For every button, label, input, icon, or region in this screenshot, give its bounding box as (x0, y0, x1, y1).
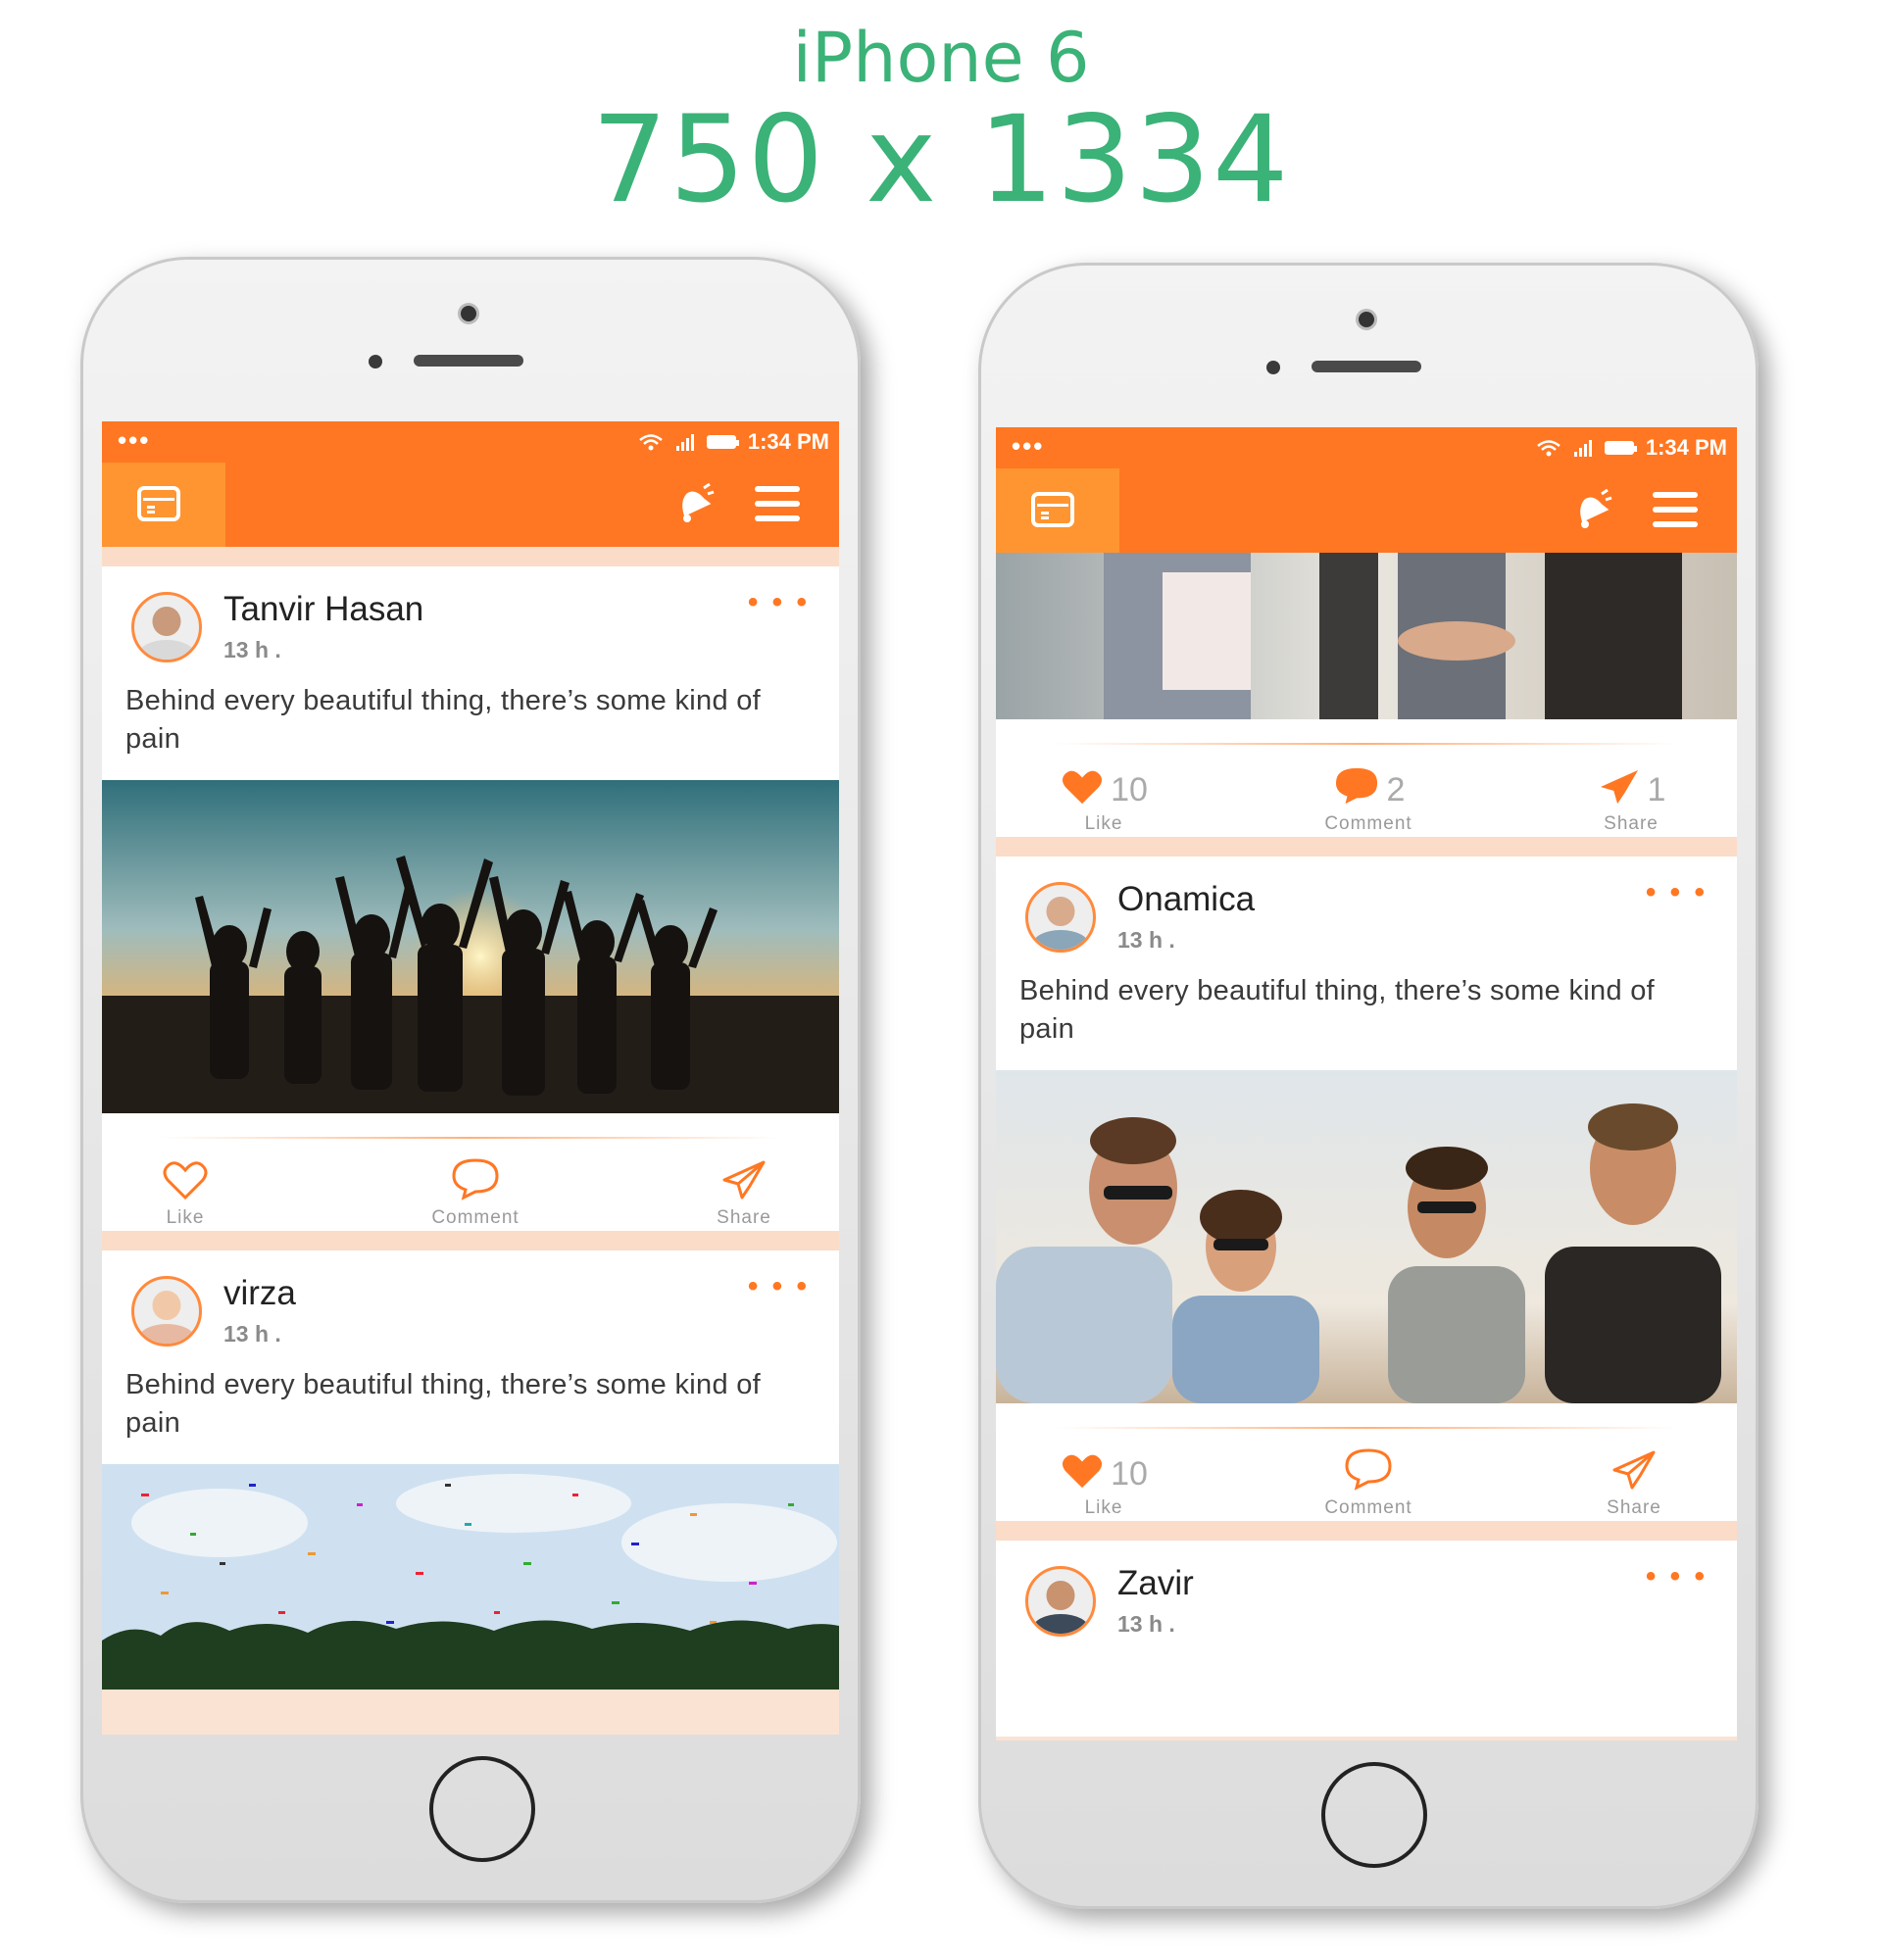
feed-divider (996, 837, 1737, 857)
post-author-name[interactable]: virza (223, 1274, 296, 1313)
notification-bell-icon[interactable] (670, 482, 716, 527)
app-logo-icon (137, 486, 180, 521)
post-author-name[interactable]: Onamica (1117, 880, 1255, 919)
status-bar: ••• 1:34 PM (996, 427, 1737, 468)
post-photo-sunset-group[interactable] (102, 780, 839, 1113)
post-author-name[interactable]: Tanvir Hasan (223, 590, 423, 629)
heart-filled-icon (1063, 1454, 1103, 1489)
post-actions: 10 Like 2 Comment 1 Share (996, 719, 1737, 837)
earpiece-speaker (414, 355, 523, 367)
post-text: Behind every beautiful thing, there’s so… (125, 1369, 762, 1439)
author-avatar[interactable] (1025, 1566, 1096, 1637)
post-card: Tanvir Hasan 13 h . • • • Behind every b… (102, 566, 839, 1231)
post-actions-card: 10 Like 2 Comment 1 Share (996, 719, 1737, 837)
post-time: 13 h . (223, 1321, 281, 1347)
paper-plane-outline-icon (1612, 1450, 1656, 1490)
comment-outline-icon (1345, 1448, 1392, 1491)
post-photo-friends-laughing[interactable] (996, 1070, 1737, 1403)
feed-divider (996, 1521, 1737, 1541)
heart-outline-icon (163, 1161, 208, 1200)
front-camera (1359, 312, 1374, 327)
front-camera (461, 306, 476, 321)
paper-plane-filled-icon (1600, 769, 1638, 805)
post-time: 13 h . (1117, 927, 1175, 953)
more-options-icon[interactable]: • • • (748, 1270, 810, 1303)
heart-filled-icon (1063, 770, 1103, 805)
author-avatar[interactable] (1025, 882, 1096, 953)
left-phone: ••• 1:34 PM Tanvir Hasan 13 h . • • • Be… (80, 257, 861, 1903)
home-tab[interactable] (102, 463, 225, 547)
share-button[interactable]: Share (690, 1152, 798, 1229)
news-feed: 10 Like 2 Comment 1 Share Onamica 13 h .… (996, 553, 1737, 1740)
device-resolution-title: 750 x 1334 (591, 90, 1291, 229)
post-card: Zavir 13 h . • • • (996, 1541, 1737, 1737)
news-feed: Tanvir Hasan 13 h . • • • Behind every b… (102, 547, 839, 1735)
notification-bell-icon[interactable] (1568, 488, 1613, 533)
status-time: 1:34 PM (747, 429, 829, 454)
post-time: 13 h . (223, 637, 281, 662)
wifi-icon (1537, 440, 1560, 457)
status-bar: ••• 1:34 PM (102, 421, 839, 463)
share-button[interactable]: Share (1580, 1443, 1688, 1519)
post-author-name[interactable]: Zavir (1117, 1564, 1194, 1603)
like-button[interactable]: Like (131, 1152, 239, 1229)
device-model-title: iPhone 6 (792, 18, 1090, 98)
cell-signal-icon (675, 434, 694, 451)
wifi-icon (639, 434, 663, 451)
like-button[interactable]: 10 Like (1035, 759, 1172, 835)
battery-icon (706, 435, 739, 449)
post-actions: 10 Like Comment Share (996, 1403, 1737, 1521)
status-time: 1:34 PM (1645, 435, 1727, 460)
proximity-sensor (369, 355, 382, 368)
signal-dots: ••• (118, 425, 151, 455)
app-navbar (996, 468, 1737, 553)
earpiece-speaker (1312, 361, 1421, 372)
proximity-sensor (1266, 361, 1280, 374)
paper-plane-outline-icon (722, 1160, 766, 1200)
home-button[interactable] (429, 1756, 535, 1862)
post-time: 13 h . (1117, 1611, 1175, 1637)
post-text: Behind every beautiful thing, there’s so… (125, 685, 762, 755)
signal-dots: ••• (1012, 431, 1045, 461)
feed-divider (102, 1231, 839, 1250)
like-count: 10 (1111, 771, 1148, 808)
comment-filled-icon (1335, 767, 1377, 805)
share-count: 1 (1647, 771, 1666, 808)
hamburger-menu-icon[interactable] (1653, 492, 1698, 531)
more-options-icon[interactable]: • • • (748, 586, 810, 619)
app-logo-icon (1031, 492, 1074, 527)
battery-icon (1604, 441, 1637, 455)
right-screen: ••• 1:34 PM 10 Like 2 Comment 1 Share On… (996, 427, 1737, 1740)
home-tab[interactable] (996, 468, 1119, 553)
comment-outline-icon (452, 1158, 499, 1200)
comment-button[interactable]: Comment (412, 1152, 539, 1229)
like-count: 10 (1111, 1455, 1148, 1493)
post-card: Onamica 13 h . • • • Behind every beauti… (996, 857, 1737, 1521)
post-card: virza 13 h . • • • Behind every beautifu… (102, 1250, 839, 1690)
post-actions: Like Comment Share (102, 1113, 839, 1231)
author-avatar[interactable] (131, 592, 202, 662)
right-phone: ••• 1:34 PM 10 Like 2 Comment 1 Share On… (978, 263, 1758, 1909)
post-text: Behind every beautiful thing, there’s so… (1019, 975, 1656, 1045)
home-button[interactable] (1321, 1762, 1427, 1868)
feed-divider (102, 547, 839, 566)
comment-button[interactable]: 2 Comment (1300, 759, 1437, 835)
more-options-icon[interactable]: • • • (1646, 876, 1708, 909)
left-screen: ••• 1:34 PM Tanvir Hasan 13 h . • • • Be… (102, 421, 839, 1735)
share-button[interactable]: 1 Share (1572, 759, 1690, 835)
post-photo-confetti[interactable] (102, 1464, 839, 1690)
cell-signal-icon (1573, 440, 1592, 457)
author-avatar[interactable] (131, 1276, 202, 1347)
like-button[interactable]: 10 Like (1035, 1443, 1172, 1519)
hamburger-menu-icon[interactable] (755, 486, 800, 525)
app-navbar (102, 463, 839, 547)
post-photo-friends-cropped[interactable] (996, 553, 1737, 719)
more-options-icon[interactable]: • • • (1646, 1560, 1708, 1593)
comment-button[interactable]: Comment (1300, 1443, 1437, 1519)
comment-count: 2 (1386, 771, 1406, 808)
